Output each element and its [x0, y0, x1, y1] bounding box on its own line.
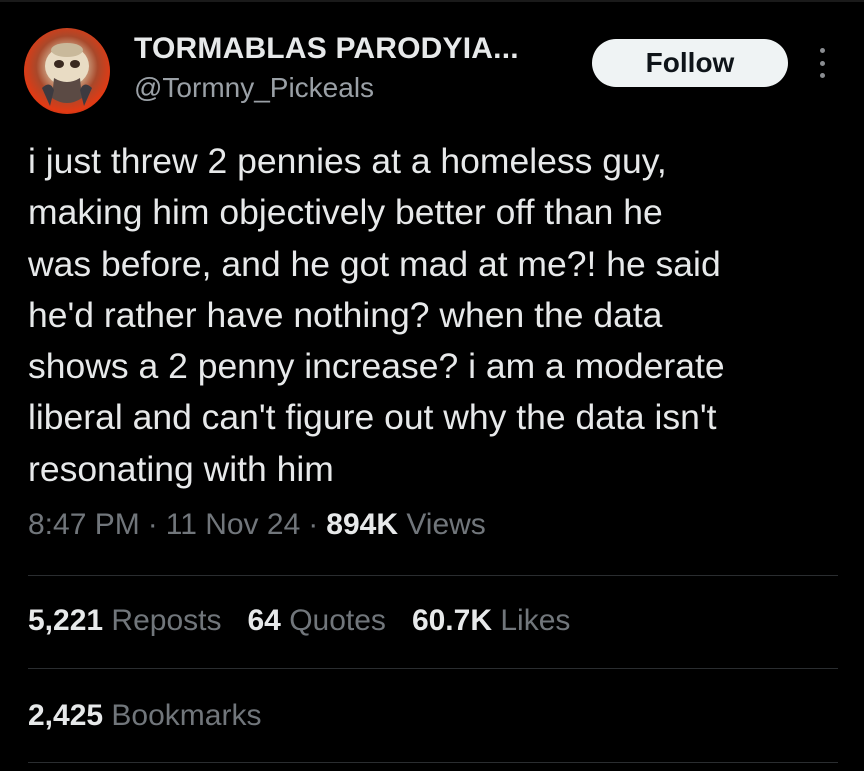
avatar-image-icon — [42, 43, 92, 106]
stats-divider-top — [28, 575, 838, 576]
tweet-line: liberal and can't figure out why the dat… — [28, 397, 717, 438]
meta-separator: · — [308, 508, 319, 541]
author-display-name[interactable]: TORMABLAS PARODYIA... — [134, 32, 519, 66]
tweet-time[interactable]: 8:47 PM — [28, 508, 140, 541]
stats-divider-bottom — [28, 762, 838, 763]
tweet-line: shows a 2 penny increase? i am a moderat… — [28, 346, 725, 387]
tweet-text: i just threw 2 pennies at a homeless guy… — [28, 136, 848, 495]
tweet-line: he'd rather have nothing? when the data — [28, 294, 663, 335]
tweet-line: i just threw 2 pennies at a homeless guy… — [28, 141, 667, 181]
quotes-stat[interactable]: 64 Quotes — [247, 604, 385, 638]
dot — [819, 48, 825, 53]
engagement-stats: 5,221 Reposts 64 Quotes 60.7K Likes — [28, 604, 570, 638]
bookmarks-stat[interactable]: 2,425 Bookmarks — [28, 699, 261, 733]
dot — [819, 60, 825, 66]
tweet-line: resonating with him — [28, 448, 334, 489]
reposts-count: 5,221 — [28, 604, 104, 637]
stats-divider-middle — [28, 668, 838, 669]
more-options-icon[interactable] — [812, 48, 832, 78]
follow-button[interactable]: Follow — [592, 39, 788, 87]
reposts-stat[interactable]: 5,221 Reposts — [28, 604, 221, 638]
top-divider — [0, 0, 864, 2]
dot — [819, 73, 825, 78]
tweet-meta: 8:47 PM · 11 Nov 24 · 894K Views — [28, 508, 486, 542]
reposts-label: Reposts — [111, 604, 222, 637]
bookmarks-count: 2,425 — [28, 699, 104, 732]
tweet-line: was before, and he got mad at me?! he sa… — [28, 243, 721, 284]
author-handle[interactable]: @Tormny_Pickeals — [134, 72, 374, 104]
likes-label: Likes — [500, 604, 571, 637]
bookmarks-label: Bookmarks — [111, 699, 262, 732]
likes-count: 60.7K — [411, 604, 492, 637]
quotes-count: 64 — [247, 604, 281, 637]
views-count: 894K — [326, 508, 398, 541]
quotes-label: Quotes — [289, 604, 386, 637]
meta-separator: · — [147, 508, 158, 541]
likes-stat[interactable]: 60.7K Likes — [412, 604, 570, 638]
profile-avatar[interactable] — [24, 28, 110, 114]
views-label: Views — [406, 508, 486, 541]
tweet-line: making him objectively better off than h… — [28, 192, 663, 233]
tweet-date[interactable]: 11 Nov 24 — [166, 508, 301, 541]
